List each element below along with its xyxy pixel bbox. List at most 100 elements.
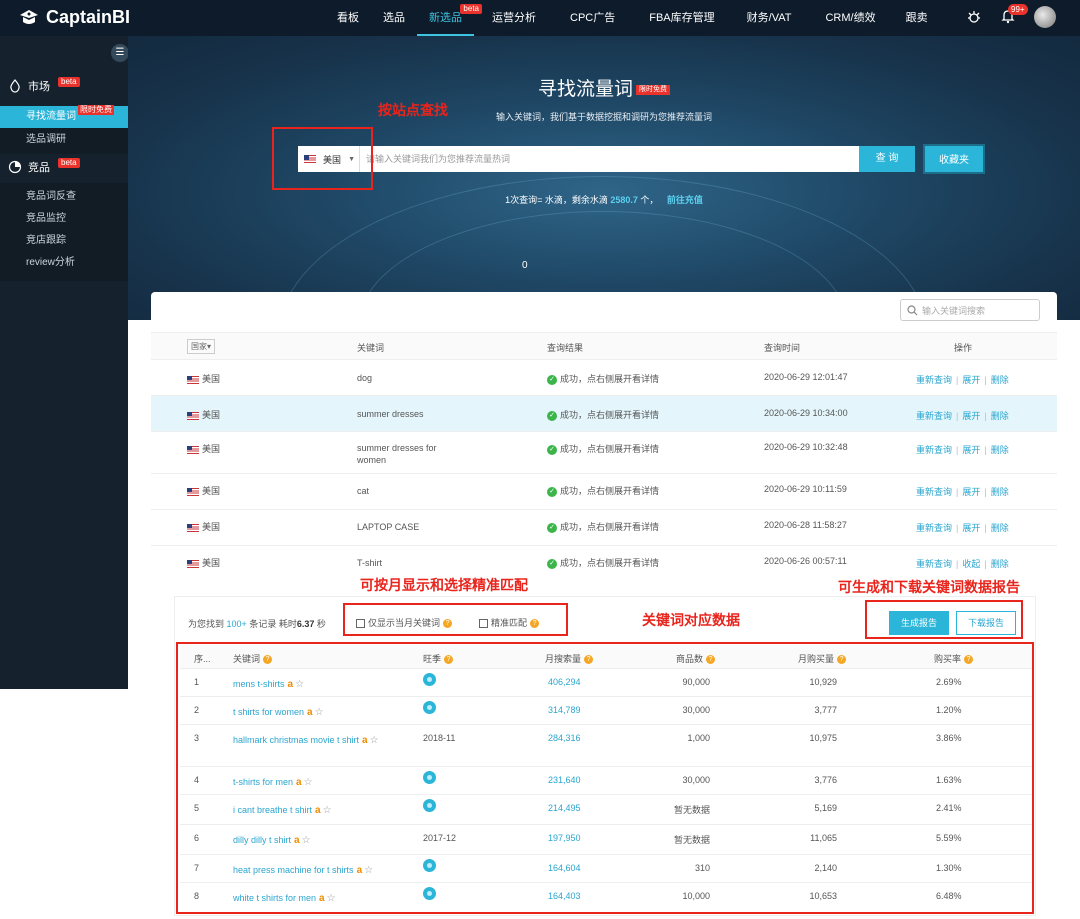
nav-item-fba-inventory[interactable]: FBA库存管理 xyxy=(637,0,726,36)
amazon-icon[interactable]: a xyxy=(357,864,363,878)
nav-item-dashboard[interactable]: 看板 xyxy=(325,0,371,36)
help-icon[interactable]: ? xyxy=(837,655,847,665)
collapse-link[interactable]: 收起 xyxy=(962,559,980,569)
sidebar-group-competitor[interactable]: 竞品 beta xyxy=(8,158,80,175)
help-icon[interactable]: ? xyxy=(584,655,594,665)
amazon-icon[interactable]: a xyxy=(362,734,368,748)
sidebar-item-store-tracking[interactable]: 竞店跟踪 xyxy=(0,230,128,252)
delete-link[interactable]: 删除 xyxy=(991,487,1009,497)
history-search-input[interactable]: 输入关键词搜索 xyxy=(900,299,1040,321)
search-button[interactable]: 查 询 xyxy=(859,146,915,172)
expand-link[interactable]: 展开 xyxy=(962,523,980,533)
nav-item-cpc-ads[interactable]: CPC广告 xyxy=(558,0,627,36)
season-chart-icon[interactable] xyxy=(423,887,436,900)
star-icon[interactable]: ☆ xyxy=(370,735,379,746)
keyword-link[interactable]: white t shirts for men xyxy=(233,893,316,903)
star-icon[interactable]: ☆ xyxy=(364,865,373,876)
keyword-link[interactable]: heat press machine for t shirts xyxy=(233,865,354,875)
help-icon[interactable]: ? xyxy=(263,655,273,665)
star-icon[interactable]: ☆ xyxy=(302,835,311,846)
amazon-icon[interactable]: a xyxy=(319,892,325,906)
header-monthly-search[interactable]: 月搜索量? xyxy=(545,652,594,665)
country-select[interactable]: 美国 ▼ xyxy=(298,146,360,172)
notification[interactable]: 99+ xyxy=(1000,3,1028,27)
sidebar-item-review-analysis[interactable]: review分析 xyxy=(0,252,128,274)
monthly-search-cell[interactable]: 164,604 xyxy=(548,863,581,873)
header-purchase-rate[interactable]: 购买率? xyxy=(934,652,974,665)
download-report-button[interactable]: 下载报告 xyxy=(956,611,1016,635)
favorites-button[interactable]: 收藏夹 xyxy=(923,144,985,174)
requery-link[interactable]: 重新查询 xyxy=(916,411,952,421)
help-icon[interactable]: ? xyxy=(444,655,454,665)
exact-match-checkbox[interactable]: 精准匹配? xyxy=(479,616,540,629)
amazon-icon[interactable]: a xyxy=(288,678,294,692)
sidebar-item-find-keywords[interactable]: 寻找流量词 限时免费 xyxy=(0,105,128,128)
help-icon[interactable]: ? xyxy=(443,619,453,629)
generate-report-button[interactable]: 生成报告 xyxy=(889,611,949,635)
avatar[interactable] xyxy=(1034,6,1056,28)
keyword-link[interactable]: mens t-shirts xyxy=(233,679,285,689)
current-month-checkbox[interactable]: 仅显示当月关键词? xyxy=(356,616,453,629)
amazon-icon[interactable]: a xyxy=(307,706,313,720)
header-monthly-purchase[interactable]: 月购买量? xyxy=(798,652,847,665)
sidebar-item-product-research[interactable]: 选品调研 xyxy=(0,129,128,151)
amazon-icon[interactable]: a xyxy=(294,834,300,848)
header-products[interactable]: 商品数? xyxy=(676,652,716,665)
delete-link[interactable]: 删除 xyxy=(991,445,1009,455)
brand-logo[interactable]: CaptainBI xyxy=(18,6,130,28)
keyword-search-input[interactable] xyxy=(360,146,859,172)
delete-link[interactable]: 删除 xyxy=(991,559,1009,569)
nav-item-follow-sell[interactable]: 跟卖 xyxy=(894,0,940,36)
monthly-search-cell[interactable]: 314,789 xyxy=(548,705,581,715)
nav-item-ops-analysis[interactable]: 运营分析 xyxy=(480,0,548,36)
season-chart-icon[interactable] xyxy=(423,859,436,872)
nav-item-selection[interactable]: 选品 xyxy=(371,0,417,36)
delete-link[interactable]: 删除 xyxy=(991,375,1009,385)
keyword-link[interactable]: t shirts for women xyxy=(233,707,304,717)
requery-link[interactable]: 重新查询 xyxy=(916,559,952,569)
star-icon[interactable]: ☆ xyxy=(295,679,304,690)
star-icon[interactable]: ☆ xyxy=(327,893,336,904)
help-icon[interactable]: ? xyxy=(964,655,974,665)
season-chart-icon[interactable] xyxy=(423,673,436,686)
sidebar-item-reverse-lookup[interactable]: 竞品词反查 xyxy=(0,186,128,208)
monthly-search-cell[interactable]: 406,294 xyxy=(548,677,581,687)
season-chart-icon[interactable] xyxy=(423,771,436,784)
monthly-search-cell[interactable]: 214,495 xyxy=(548,803,581,813)
nav-item-crm[interactable]: CRM/绩效 xyxy=(813,0,887,36)
delete-link[interactable]: 删除 xyxy=(991,523,1009,533)
expand-link[interactable]: 展开 xyxy=(962,375,980,385)
bug-icon[interactable] xyxy=(966,9,982,25)
star-icon[interactable]: ☆ xyxy=(304,777,313,788)
requery-link[interactable]: 重新查询 xyxy=(916,523,952,533)
keyword-link[interactable]: hallmark christmas movie t shirt xyxy=(233,735,359,745)
expand-link[interactable]: 展开 xyxy=(962,487,980,497)
amazon-icon[interactable]: a xyxy=(296,776,302,790)
keyword-link[interactable]: dilly dilly t shirt xyxy=(233,835,291,845)
keyword-link[interactable]: t-shirts for men xyxy=(233,777,293,787)
monthly-search-cell[interactable]: 231,640 xyxy=(548,775,581,785)
season-chart-icon[interactable] xyxy=(423,701,436,714)
recharge-link[interactable]: 前往充值 xyxy=(667,195,703,205)
expand-link[interactable]: 展开 xyxy=(962,411,980,421)
header-season[interactable]: 旺季? xyxy=(423,652,454,665)
monthly-search-cell[interactable]: 284,316 xyxy=(548,733,581,743)
header-keyword[interactable]: 关键词? xyxy=(233,652,273,665)
requery-link[interactable]: 重新查询 xyxy=(916,487,952,497)
star-icon[interactable]: ☆ xyxy=(323,805,332,816)
monthly-search-cell[interactable]: 197,950 xyxy=(548,833,581,843)
star-icon[interactable]: ☆ xyxy=(315,707,324,718)
collapse-icon[interactable]: ☰ xyxy=(111,44,129,62)
season-chart-icon[interactable] xyxy=(423,799,436,812)
help-icon[interactable]: ? xyxy=(706,655,716,665)
delete-link[interactable]: 删除 xyxy=(991,411,1009,421)
expand-link[interactable]: 展开 xyxy=(962,445,980,455)
requery-link[interactable]: 重新查询 xyxy=(916,445,952,455)
keyword-link[interactable]: i cant breathe t shirt xyxy=(233,805,312,815)
nav-item-new-selection[interactable]: 新选品 beta xyxy=(417,0,482,36)
monthly-search-cell[interactable]: 164,403 xyxy=(548,891,581,901)
requery-link[interactable]: 重新查询 xyxy=(916,375,952,385)
help-icon[interactable]: ? xyxy=(530,619,540,629)
amazon-icon[interactable]: a xyxy=(315,804,321,818)
sidebar-item-competitor-monitor[interactable]: 竞品监控 xyxy=(0,208,128,230)
